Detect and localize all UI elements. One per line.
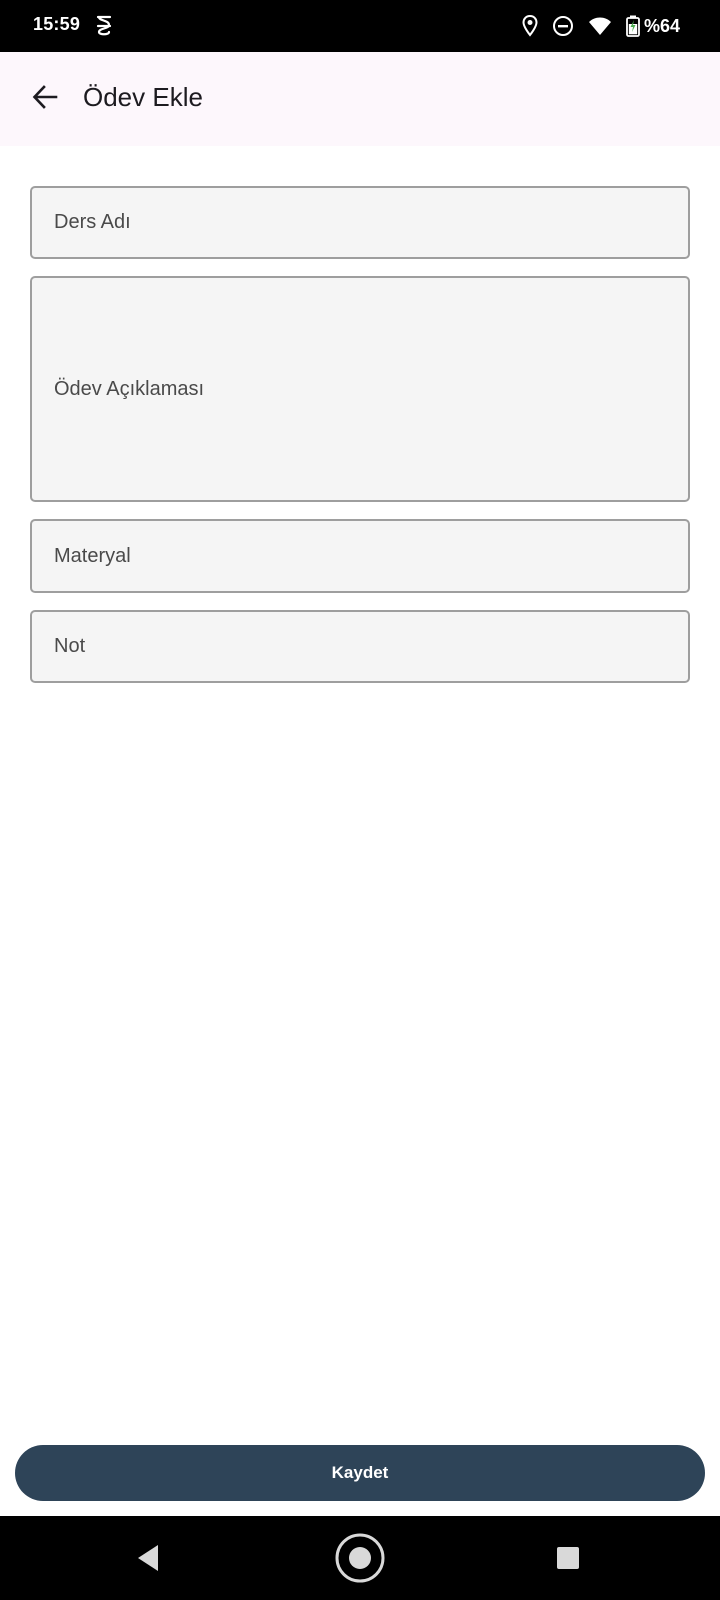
wifi-icon [588, 15, 612, 37]
battery-percentage: %64 [643, 15, 680, 36]
notification-s-icon [95, 15, 113, 37]
status-icons: %64 [508, 14, 680, 38]
status-time: 15:59 [33, 14, 81, 34]
lesson-name-field[interactable]: Ders Adı [30, 186, 690, 259]
battery-charging-icon [626, 15, 640, 37]
nav-home-icon[interactable] [334, 1532, 386, 1584]
back-button[interactable] [22, 76, 68, 122]
nav-recents-icon[interactable] [556, 1546, 580, 1570]
nav-back-icon[interactable] [134, 1542, 164, 1574]
note-label: Not [54, 635, 86, 657]
homework-description-label: Ödev Açıklaması [54, 377, 205, 400]
note-field[interactable]: Not [30, 610, 690, 683]
arrow-back-icon [31, 83, 59, 116]
location-icon [522, 14, 538, 37]
save-button-label: Kaydet [331, 1463, 389, 1482]
page-title: Ödev Ekle [83, 82, 203, 112]
screen: 15:59 %64 Ödev Ekle Ders Adı Ödev Açıkla… [0, 0, 720, 1600]
lesson-name-label: Ders Adı [54, 211, 131, 233]
app-bar: Ödev Ekle [0, 52, 720, 146]
system-nav-bar [0, 1516, 720, 1600]
homework-description-field[interactable]: Ödev Açıklaması [30, 276, 690, 502]
material-label: Materyal [54, 544, 131, 567]
material-field[interactable]: Materyal [30, 519, 690, 593]
save-button[interactable]: Kaydet [15, 1445, 705, 1501]
status-bar: 15:59 %64 [0, 0, 720, 52]
do-not-disturb-icon [552, 15, 574, 37]
